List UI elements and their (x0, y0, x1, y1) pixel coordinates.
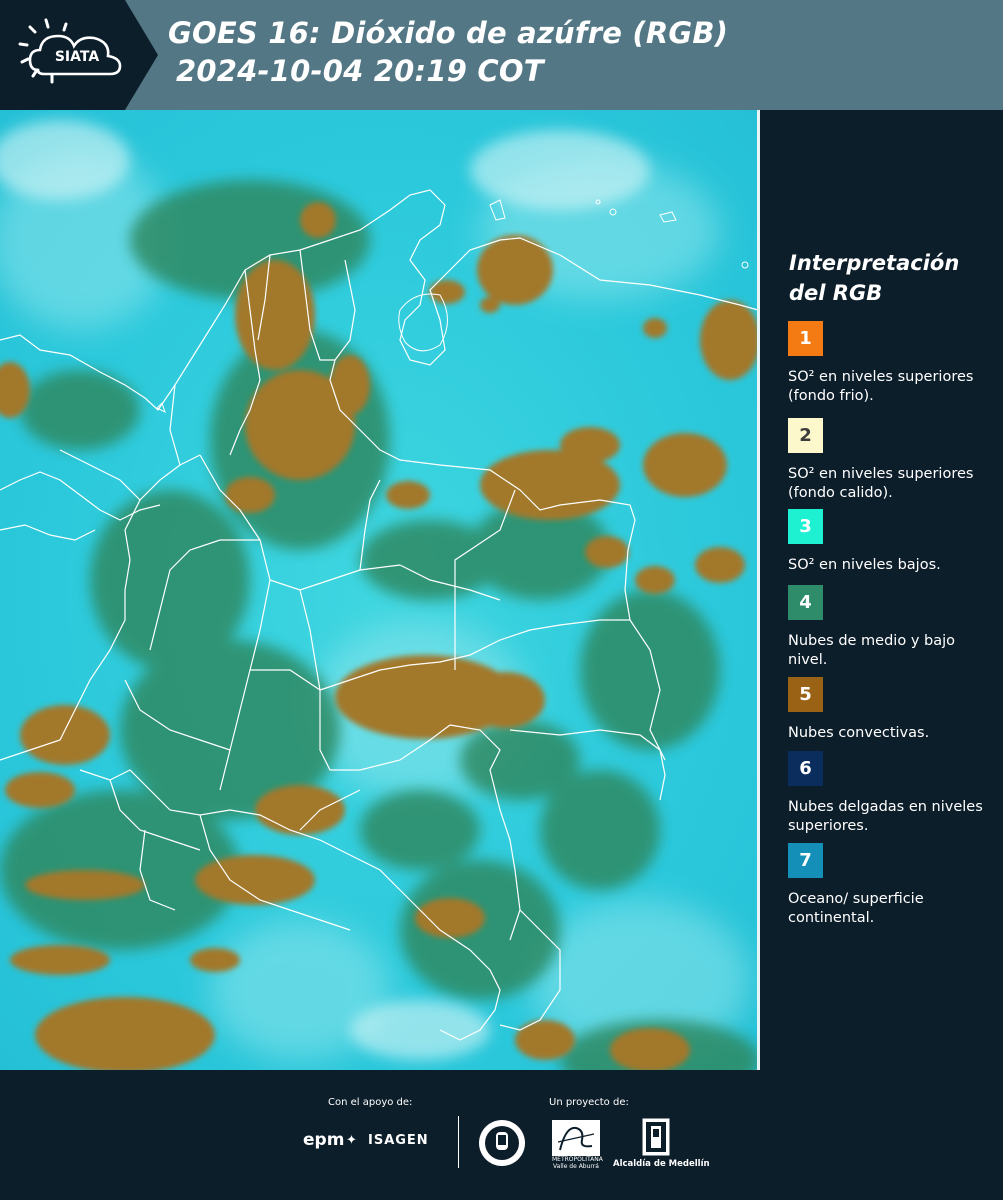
legend-text-4: Nubes de medio y bajo nivel. (788, 633, 955, 668)
legend-item-7: 7 Oceano/ superficie continental. (788, 843, 998, 928)
legend-text-2: SO² en niveles superiores (fondo calido)… (788, 466, 974, 501)
medellin-seal-icon (479, 1120, 525, 1166)
legend-swatch-3: 3 (788, 509, 823, 544)
legend-swatch-6: 6 (788, 751, 823, 786)
legend-swatch-2: 2 (788, 418, 823, 453)
legend-text-6: Nubes delgadas en niveles superiores. (788, 799, 983, 834)
legend-text-5: Nubes convectivas. (788, 725, 930, 741)
page-title: GOES 16: Dióxido de azúfre (RGB) 2024-10-… (168, 14, 728, 90)
alcaldia-shield-icon (642, 1118, 670, 1156)
area-metropolitana-logo-icon (552, 1120, 600, 1156)
legend-text-3: SO² en niveles bajos. (788, 557, 941, 573)
legend-text-7: Oceano/ superficie continental. (788, 891, 924, 926)
legend-item-5: 5 Nubes convectivas. (788, 677, 998, 743)
legend-swatch-5: 5 (788, 677, 823, 712)
area-line-2: Valle de Aburrá (553, 1163, 599, 1170)
support-label: Con el apoyo de: (328, 1097, 413, 1108)
project-label: Un proyecto de: (549, 1097, 629, 1108)
footer-divider (458, 1116, 459, 1168)
legend-text-1: SO² en niveles superiores (fondo frio). (788, 369, 974, 404)
legend-item-3: 3 SO² en niveles bajos. (788, 509, 998, 575)
isagen-logo: ISAGEN (368, 1133, 429, 1148)
legend-item-2: 2 SO² en niveles superiores (fondo calid… (788, 418, 998, 503)
legend-item-6: 6 Nubes delgadas en niveles superiores. (788, 751, 998, 836)
area-line-1: METROPOLITANA (552, 1156, 603, 1163)
epm-logo: epm (303, 1130, 345, 1150)
footer: Con el apoyo de: Un proyecto de: epm ✦ I… (0, 1070, 1003, 1200)
legend-panel: Interpretación del RGB 1 SO² en niveles … (760, 110, 1003, 1070)
legend-title: Interpretación del RGB (789, 251, 960, 305)
legend-swatch-4: 4 (788, 585, 823, 620)
title-line-2: 2024-10-04 20:19 COT (176, 54, 544, 88)
alcaldia-label: Alcaldía de Medellín (613, 1159, 710, 1169)
legend-item-1: 1 SO² en niveles superiores (fondo frio)… (788, 321, 998, 406)
satellite-map (0, 110, 760, 1070)
legend-item-4: 4 Nubes de medio y bajo nivel. (788, 585, 998, 670)
title-line-1: GOES 16: Dióxido de azúfre (RGB) (168, 16, 729, 50)
isagen-icon: ✦ (346, 1133, 357, 1148)
siata-logo: SIATA (0, 0, 158, 110)
legend-swatch-7: 7 (788, 843, 823, 878)
siata-logo-text: SIATA (55, 49, 100, 65)
legend-swatch-1: 1 (788, 321, 823, 356)
area-metropolitana-label: METROPOLITANA Valle de Aburrá (552, 1156, 603, 1170)
header-bar: SIATA GOES 16: Dióxido de azúfre (RGB) 20… (0, 0, 1003, 110)
